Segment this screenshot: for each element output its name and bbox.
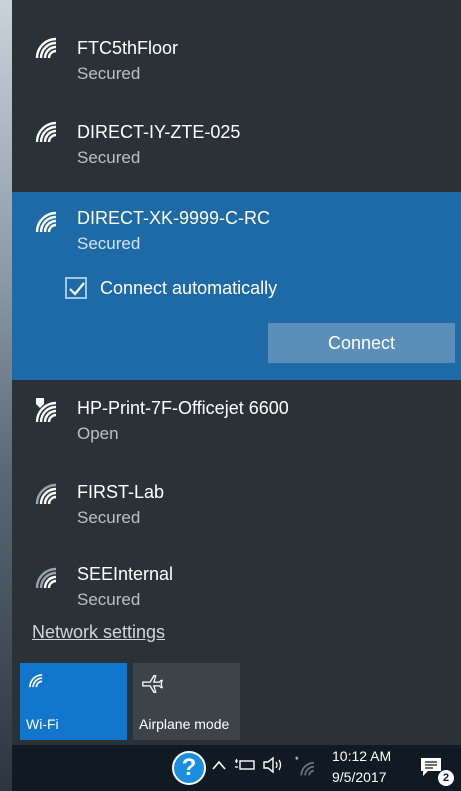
network-item-direct-iy-zte-025[interactable]: DIRECT-IY-ZTE-025 Secured: [12, 84, 461, 168]
connect-button[interactable]: Connect: [268, 323, 455, 363]
network-ssid: HP-Print-7F-Officejet 6600: [77, 398, 289, 418]
connect-automatically-checkbox[interactable]: [65, 277, 87, 299]
svg-text:*: *: [295, 755, 299, 765]
volume-icon[interactable]: [262, 756, 284, 774]
network-ssid: FTC5thFloor: [77, 38, 179, 58]
wifi-signal-icon: [35, 483, 57, 505]
network-ssid: FIRST-Lab: [77, 482, 165, 502]
clock-time[interactable]: 10:12 AM: [332, 748, 391, 764]
airplane-icon: [142, 675, 163, 693]
network-ssid: SEEInternal: [77, 564, 174, 584]
wifi-signal-icon: [35, 211, 57, 233]
network-settings-link[interactable]: Network settings: [32, 622, 165, 643]
network-ssid: DIRECT-IY-ZTE-025: [77, 122, 241, 142]
checkmark-icon: [69, 282, 85, 296]
airplane-tile-label: Airplane mode: [139, 716, 230, 732]
connect-automatically-label: Connect automatically: [100, 278, 278, 298]
notification-count-badge: 2: [438, 770, 454, 786]
network-item-seeinternal[interactable]: SEEInternal Secured: [12, 548, 461, 610]
network-status: Secured: [77, 590, 141, 609]
network-status: Open: [77, 424, 119, 443]
help-icon[interactable]: ?: [172, 751, 206, 785]
network-status: Secured: [77, 148, 141, 167]
wifi-open-shield-icon: [35, 398, 57, 423]
network-status: Secured: [77, 64, 141, 83]
network-status: Secured: [77, 234, 141, 253]
taskbar: ? * 10:12 AM 9/5/2017 2: [12, 745, 461, 791]
wifi-tile-label: Wi-Fi: [26, 716, 59, 732]
airplane-mode-quick-action[interactable]: Airplane mode: [133, 663, 240, 740]
wifi-quick-action[interactable]: Wi-Fi: [20, 663, 127, 740]
clock-date[interactable]: 9/5/2017: [332, 769, 387, 785]
network-item-ftc5thfloor[interactable]: FTC5thFloor Secured: [12, 0, 461, 84]
network-status: Secured: [77, 508, 141, 527]
network-item-first-lab[interactable]: FIRST-Lab Secured: [12, 464, 461, 548]
wifi-signal-icon: [35, 121, 57, 143]
battery-icon[interactable]: [234, 757, 256, 773]
network-item-hp-print[interactable]: HP-Print-7F-Officejet 6600 Open: [12, 380, 461, 464]
desktop-background: [0, 0, 12, 791]
wifi-icon: [29, 674, 43, 688]
wifi-signal-icon: [35, 567, 57, 589]
wifi-signal-icon: [35, 37, 57, 59]
network-ssid: DIRECT-XK-9999-C-RC: [77, 208, 271, 228]
wifi-tray-icon[interactable]: *: [295, 755, 317, 777]
chevron-up-icon[interactable]: [212, 760, 226, 770]
